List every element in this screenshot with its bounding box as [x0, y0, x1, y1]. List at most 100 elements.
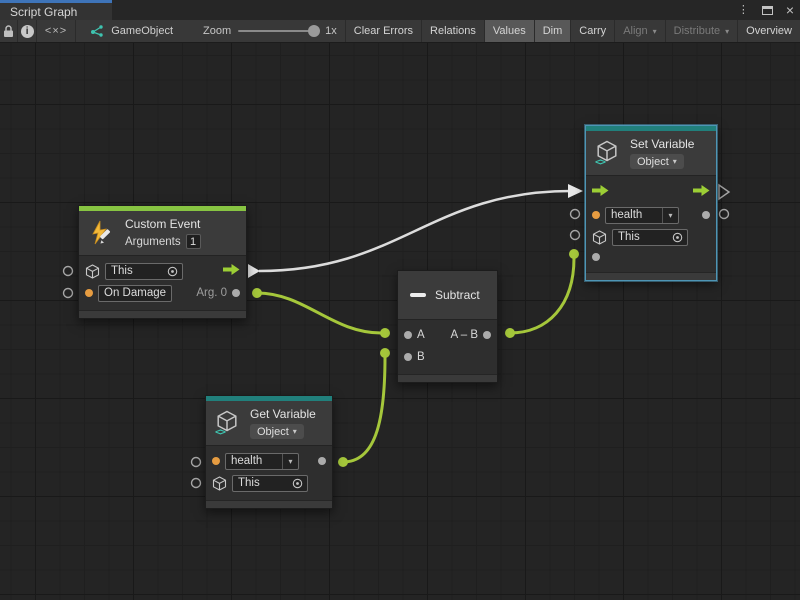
arg0-output-port[interactable] [232, 289, 240, 297]
output-port[interactable] [483, 331, 491, 339]
lightning-pencil-icon [89, 220, 116, 247]
flow-wire-customevent-to-setvariable[interactable] [259, 191, 571, 271]
input-a-port[interactable] [404, 331, 412, 339]
close-icon[interactable]: × [786, 3, 794, 17]
relations-button[interactable]: Relations [421, 20, 484, 42]
node-footer [79, 310, 246, 318]
target-field[interactable]: This [232, 475, 308, 492]
input-a-row: A A – B [398, 324, 497, 346]
script-graph-window: Script Graph ⋮ × i <×> [0, 0, 800, 600]
code-icon: <×> [45, 25, 67, 37]
name-port[interactable] [212, 457, 220, 465]
arguments-count-field[interactable]: 1 [186, 234, 201, 249]
wire-arg0-to-subtract-a [257, 293, 381, 333]
value-output-port[interactable] [318, 457, 326, 465]
value-input-row [586, 248, 716, 266]
output-label: A – B [451, 329, 479, 341]
node-get-variable[interactable]: <> Get Variable Object ▾ health ▾ [205, 395, 333, 509]
flow-arrow-icon [592, 185, 609, 196]
carry-button[interactable]: Carry [570, 20, 614, 42]
custom-event-body: This On Damage [79, 255, 246, 310]
target-picker-icon[interactable] [292, 478, 303, 489]
graph-canvas[interactable]: Custom Event Arguments 1 This [0, 43, 800, 600]
target-field[interactable]: This [612, 229, 688, 246]
target-field[interactable]: This [105, 263, 183, 280]
variable-cube-icon: <> [596, 140, 621, 166]
node-footer [398, 374, 497, 382]
input-a-label: A [417, 329, 425, 341]
arguments-label: Arguments [125, 236, 181, 248]
distribute-button[interactable]: Distribute ▾ [665, 20, 737, 42]
graph-target: GameObject [76, 20, 173, 42]
overview-button[interactable]: Overview [737, 20, 800, 42]
name-port[interactable] [592, 211, 600, 219]
event-port[interactable] [85, 289, 93, 297]
node-footer [206, 500, 332, 508]
target-picker-icon[interactable] [672, 232, 683, 243]
custom-event-header: Custom Event Arguments 1 [79, 211, 246, 255]
tab-script-graph[interactable]: Script Graph [0, 0, 112, 20]
zoom-label: Zoom [203, 25, 231, 37]
window-menu-icon[interactable]: ⋮ [738, 5, 749, 16]
flow-row [586, 180, 716, 204]
node-subtract[interactable]: Subtract A A – B B [397, 270, 498, 383]
flow-out-marker-icon [719, 185, 729, 199]
zoom-control: Zoom 1x [203, 20, 337, 42]
maximize-icon[interactable] [762, 6, 773, 15]
flow-out-port[interactable] [223, 264, 240, 278]
flow-out-port[interactable] [693, 185, 710, 199]
subtract-header: Subtract [398, 271, 497, 319]
chevron-down-icon: ▾ [673, 157, 677, 166]
zoom-slider-handle[interactable] [308, 25, 320, 37]
get-variable-header: <> Get Variable Object ▾ [206, 401, 332, 445]
input-b-label: B [417, 351, 425, 363]
target-row: This [586, 226, 716, 248]
target-row: This [206, 472, 332, 494]
values-button[interactable]: Values [484, 20, 534, 42]
chevron-down-icon: ▾ [725, 27, 729, 36]
node-set-variable[interactable]: <> Set Variable Object ▾ [585, 125, 717, 281]
zoom-value: 1x [325, 25, 337, 37]
input-b-row: B [398, 346, 497, 368]
node-title: Custom Event [125, 217, 201, 231]
chevron-down-icon: ▾ [282, 454, 298, 469]
flow-arrow-icon [693, 185, 710, 196]
zoom-slider[interactable] [238, 30, 318, 32]
info-icon: i [21, 25, 34, 38]
align-button[interactable]: Align ▾ [614, 20, 664, 42]
clear-errors-button[interactable]: Clear Errors [345, 20, 421, 42]
toolbar-buttons: Clear Errors Relations Values Dim Carry … [345, 20, 800, 42]
node-custom-event[interactable]: Custom Event Arguments 1 This [78, 205, 247, 319]
variable-cube-icon: <> [216, 410, 241, 436]
edit-graph-button[interactable]: <×> [37, 20, 76, 42]
value-input-port[interactable] [592, 253, 600, 261]
chevron-down-icon: ▾ [662, 208, 678, 223]
variable-scope-dropdown[interactable]: Object ▾ [630, 154, 684, 169]
lock-button[interactable] [0, 20, 18, 42]
event-name-field[interactable]: On Damage [98, 285, 172, 302]
dim-button[interactable]: Dim [534, 20, 571, 42]
wire-getvariable-to-subtract-b [343, 357, 385, 462]
target-picker-icon[interactable] [167, 266, 178, 277]
node-footer [586, 272, 716, 280]
node-title: Set Variable [630, 137, 694, 151]
flow-wire-end-arrow-icon [568, 184, 583, 198]
info-button[interactable]: i [18, 20, 36, 42]
flow-in-port[interactable] [592, 185, 609, 199]
variable-scope-dropdown[interactable]: Object ▾ [250, 424, 304, 439]
variable-name-dropdown[interactable]: health ▾ [225, 453, 299, 470]
wire-subtract-to-setvariable [510, 258, 574, 333]
tab-title: Script Graph [10, 5, 77, 19]
set-variable-body: health ▾ This [586, 175, 716, 272]
set-variable-header: <> Set Variable Object ▾ [586, 131, 716, 175]
minus-icon [410, 293, 426, 297]
arg0-label: Arg. 0 [196, 287, 227, 299]
value-output-port[interactable] [702, 211, 710, 219]
input-b-port[interactable] [404, 353, 412, 361]
graph-toolbar: i <×> GameObject Zoom 1x Clear Errors [0, 20, 800, 43]
tab-strip: Script Graph ⋮ × [0, 0, 800, 20]
chevron-down-icon: ▾ [653, 27, 657, 36]
event-name-row: On Damage Arg. 0 [79, 282, 246, 304]
variable-name-dropdown[interactable]: health ▾ [605, 207, 679, 224]
variable-name-row: health ▾ [206, 450, 332, 472]
